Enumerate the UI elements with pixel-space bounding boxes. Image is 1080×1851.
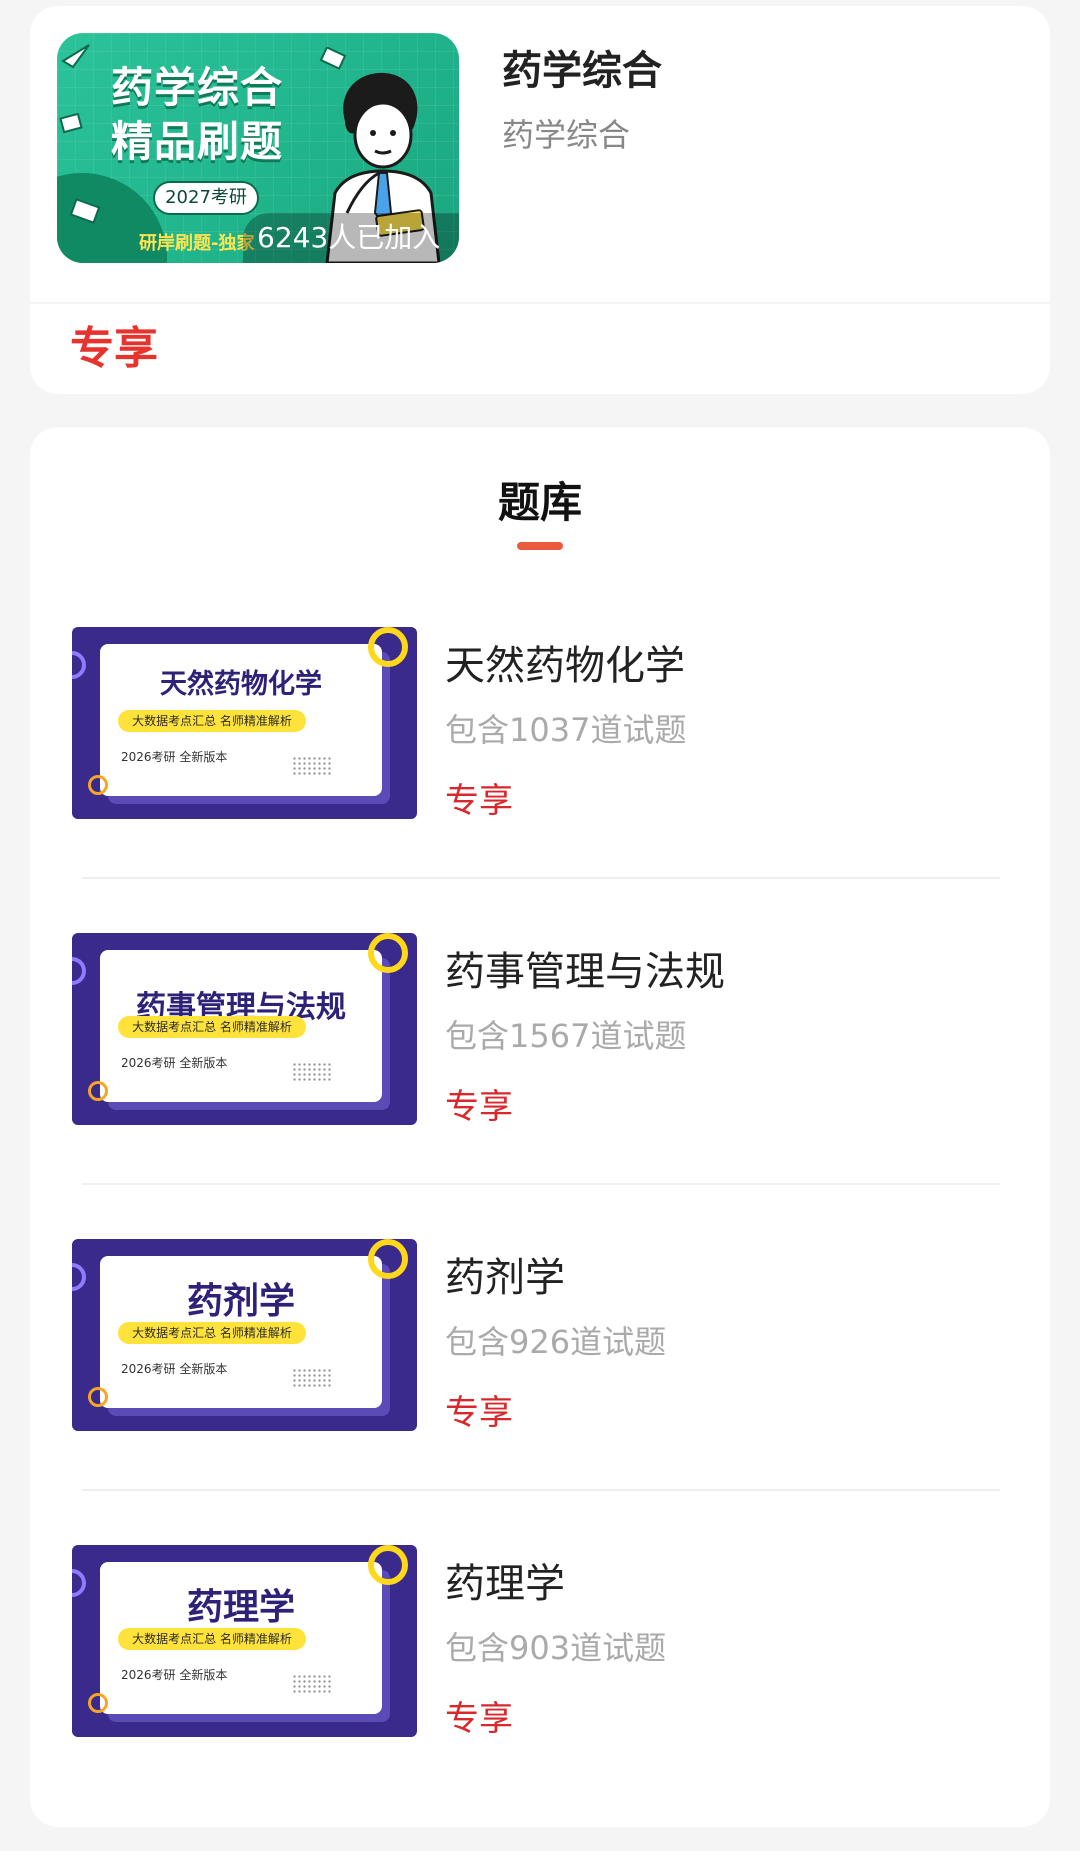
- question-bank-section: 题库 天然药物化学 大数据考点汇总 名师精准解析 2026考研 全新版本 天然药…: [30, 427, 1050, 1827]
- cover-subtitle: 研岸刷题-独家: [139, 233, 255, 254]
- bank-title: 天然药物化学: [445, 643, 685, 689]
- course-card[interactable]: 药学综合 精品刷题 2027考研 研岸刷题-独家 6243人已加入 药学综合 药…: [30, 6, 1050, 394]
- decor-ring: [72, 1263, 86, 1291]
- decor-ring: [88, 1387, 108, 1407]
- paper-sheet-icon: [69, 198, 101, 224]
- decor-ring: [368, 1239, 408, 1279]
- divider: [82, 1489, 1000, 1491]
- decor-dots: [292, 756, 332, 776]
- bank-title: 药剂学: [445, 1255, 565, 1301]
- cover-edition: 2026考研 全新版本: [121, 1056, 228, 1070]
- joined-count-overlay: 6243人已加入: [243, 213, 459, 263]
- divider: [82, 877, 1000, 879]
- decor-dots: [292, 1368, 332, 1388]
- decor-ring: [88, 1081, 108, 1101]
- course-subtitle: 药学综合: [502, 116, 631, 154]
- cover-banner: 大数据考点汇总 名师精准解析: [118, 1628, 306, 1650]
- decor-ring: [72, 651, 86, 679]
- question-bank-item[interactable]: 药理学 大数据考点汇总 名师精准解析 2026考研 全新版本 药理学 包含903…: [30, 1545, 1050, 1851]
- cover-banner: 大数据考点汇总 名师精准解析: [118, 710, 306, 732]
- bank-cover-image: 药理学 大数据考点汇总 名师精准解析 2026考研 全新版本: [72, 1545, 417, 1737]
- exclusive-tag: 专享: [445, 1087, 513, 1127]
- bank-cover-image: 药剂学 大数据考点汇总 名师精准解析 2026考研 全新版本: [72, 1239, 417, 1431]
- exclusive-tag: 专享: [445, 1699, 513, 1739]
- question-bank-item[interactable]: 药事管理与法规 大数据考点汇总 名师精准解析 2026考研 全新版本 药事管理与…: [30, 933, 1050, 1239]
- cover-title: 天然药物化学: [160, 669, 322, 700]
- question-count: 包含1037道试题: [445, 711, 687, 749]
- cover-panel: 药剂学 大数据考点汇总 名师精准解析 2026考研 全新版本: [100, 1256, 382, 1408]
- decor-dots: [292, 1062, 332, 1082]
- cover-year-badge: 2027考研: [153, 181, 259, 215]
- decor-ring: [72, 957, 86, 985]
- cover-title: 药剂学: [186, 1281, 295, 1322]
- bank-title: 药理学: [445, 1561, 565, 1607]
- decor-ring: [88, 775, 108, 795]
- question-count: 包含903道试题: [445, 1629, 667, 1667]
- exclusive-tag: 专享: [445, 781, 513, 821]
- decor-dots: [292, 1674, 332, 1694]
- cover-banner: 大数据考点汇总 名师精准解析: [118, 1016, 306, 1038]
- bank-cover-image: 药事管理与法规 大数据考点汇总 名师精准解析 2026考研 全新版本: [72, 933, 417, 1125]
- course-title: 药学综合: [502, 48, 662, 94]
- cover-edition: 2026考研 全新版本: [121, 750, 228, 764]
- bank-cover-image: 天然药物化学 大数据考点汇总 名师精准解析 2026考研 全新版本: [72, 627, 417, 819]
- cover-title: 药理学: [186, 1587, 295, 1628]
- heading-underline: [517, 542, 563, 550]
- question-count: 包含1567道试题: [445, 1017, 687, 1055]
- decor-ring: [72, 1569, 86, 1597]
- cover-panel: 药理学 大数据考点汇总 名师精准解析 2026考研 全新版本: [100, 1562, 382, 1714]
- section-heading: 题库: [497, 478, 582, 527]
- decor-ring: [88, 1693, 108, 1713]
- cover-banner: 大数据考点汇总 名师精准解析: [118, 1322, 306, 1344]
- cover-title-line1: 药学综合: [111, 63, 284, 112]
- bank-title: 药事管理与法规: [445, 949, 725, 995]
- cover-title-line2: 精品刷题: [111, 117, 284, 166]
- question-bank-item[interactable]: 药剂学 大数据考点汇总 名师精准解析 2026考研 全新版本 药剂学 包含926…: [30, 1239, 1050, 1545]
- decor-ring: [368, 627, 408, 667]
- cover-edition: 2026考研 全新版本: [121, 1668, 228, 1682]
- cover-edition: 2026考研 全新版本: [121, 1362, 228, 1376]
- decor-ring: [368, 933, 408, 973]
- divider: [82, 1183, 1000, 1185]
- paper-plane-icon: [61, 44, 90, 69]
- exclusive-tag: 专享: [445, 1393, 513, 1433]
- cover-panel: 药事管理与法规 大数据考点汇总 名师精准解析 2026考研 全新版本: [100, 950, 382, 1102]
- divider: [30, 302, 1050, 304]
- decor-ring: [368, 1545, 408, 1585]
- course-cover-image[interactable]: 药学综合 精品刷题 2027考研 研岸刷题-独家 6243人已加入: [57, 33, 459, 263]
- exclusive-tag: 专享: [70, 323, 158, 374]
- cover-title: 药学综合 精品刷题: [111, 61, 311, 169]
- question-count: 包含926道试题: [445, 1323, 667, 1361]
- paper-sheet-icon: [59, 113, 83, 134]
- cover-panel: 天然药物化学 大数据考点汇总 名师精准解析 2026考研 全新版本: [100, 644, 382, 796]
- question-bank-item[interactable]: 天然药物化学 大数据考点汇总 名师精准解析 2026考研 全新版本 天然药物化学…: [30, 627, 1050, 933]
